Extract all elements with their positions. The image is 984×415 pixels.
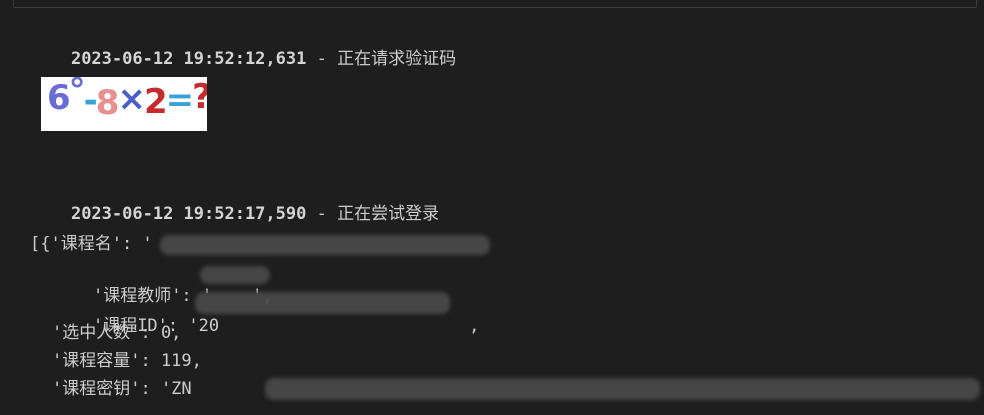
captcha-char: ° — [68, 77, 86, 111]
course-id-tail: , — [469, 316, 480, 336]
output-line-selected-count: '选中人数': 0, — [52, 323, 182, 343]
captcha-char: = — [165, 80, 194, 120]
log-message: 正在尝试登录 — [337, 204, 440, 224]
redaction-blur — [265, 378, 980, 400]
captcha-char: 8 — [95, 83, 120, 123]
output-line-course-key: '课程密钥': 'ZN — [52, 379, 192, 399]
output-panel: 2023-06-12 19:52:12,631 - 正在请求验证码 6°-8×2… — [0, 0, 984, 415]
log-message: 正在请求验证码 — [337, 49, 457, 69]
log-timestamp: 2023-06-12 19:52:12,631 — [70, 49, 307, 69]
redaction-blur — [195, 292, 450, 314]
output-line-course-name: [{'课程名': ' — [30, 234, 153, 254]
captcha-char: ? — [192, 77, 207, 117]
redaction-blur — [200, 266, 270, 284]
log-separator: - — [306, 49, 338, 69]
output-line-course-capacity: '课程容量': 119, — [52, 351, 202, 371]
captcha-image: 6°-8×2=? — [41, 77, 207, 131]
log-timestamp: 2023-06-12 19:52:17,590 — [70, 204, 307, 224]
captcha-char: 2 — [143, 82, 168, 122]
redaction-blur — [160, 235, 490, 255]
captcha-text: 6°-8×2=? — [47, 77, 207, 123]
captcha-char: 6 — [47, 78, 71, 118]
captcha-char: × — [117, 79, 145, 119]
cell-border — [13, 0, 977, 8]
log-separator: - — [306, 204, 338, 224]
captcha-char: - — [83, 81, 98, 121]
